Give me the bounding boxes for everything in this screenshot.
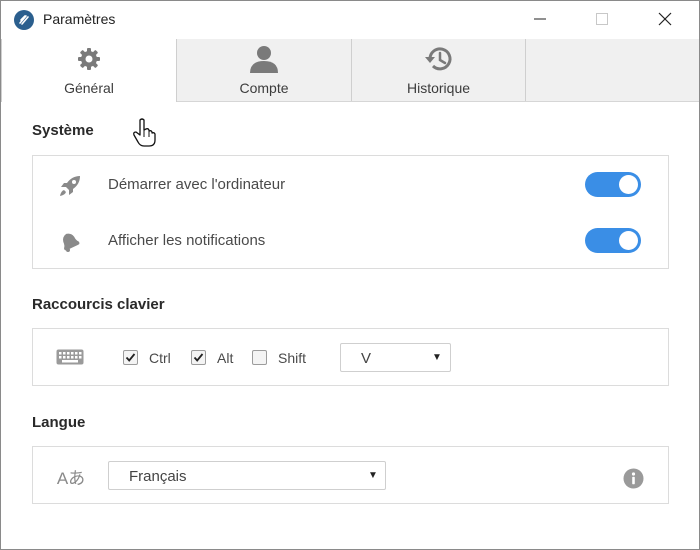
alt-label: Alt [217, 350, 234, 366]
section-title-raccourcis: Raccourcis clavier [32, 296, 165, 313]
close-icon [658, 12, 672, 26]
startup-label: Démarrer avec l'ordinateur [108, 176, 286, 193]
checkmark-icon [125, 353, 136, 362]
shift-label: Shift [278, 350, 307, 366]
language-value: Français [129, 468, 187, 485]
language-select[interactable]: Français ▼ [108, 461, 386, 490]
rocket-icon [57, 173, 83, 199]
section-title-langue: Langue [32, 414, 86, 431]
tab-historique[interactable]: Historique [352, 39, 526, 101]
close-button[interactable] [642, 1, 688, 37]
raccourcis-panel: Ctrl Alt Shift V ▼ [32, 328, 669, 386]
gear-icon [77, 44, 101, 74]
chevron-down-icon: ▼ [368, 470, 378, 481]
window-title: Paramètres [43, 11, 116, 27]
shortcut-key-value: V [361, 350, 372, 367]
info-icon[interactable] [622, 467, 644, 489]
title-bar: Paramètres [1, 1, 699, 39]
language-icon: Aあ [56, 468, 86, 488]
startup-toggle[interactable] [585, 172, 641, 197]
minimize-icon [534, 18, 546, 20]
bell-icon [57, 229, 83, 255]
alt-checkbox[interactable] [191, 350, 206, 365]
history-icon [424, 44, 454, 74]
notifications-label: Afficher les notifications [108, 232, 266, 249]
app-logo-icon [14, 10, 34, 30]
user-icon [249, 44, 279, 74]
systeme-panel: Démarrer avec l'ordinateur Afficher les … [32, 155, 669, 269]
minimize-button[interactable] [517, 1, 563, 37]
ctrl-label: Ctrl [149, 350, 171, 366]
notifications-toggle[interactable] [585, 228, 641, 253]
checkmark-icon [193, 353, 204, 362]
langue-panel: Aあ Français ▼ [32, 446, 669, 504]
hand-cursor-icon [132, 118, 158, 153]
tab-compte[interactable]: Compte [177, 39, 352, 101]
tab-historique-label: Historique [406, 80, 471, 96]
maximize-button[interactable] [579, 1, 625, 37]
toggle-knob [619, 231, 638, 250]
tab-compte-label: Compte [239, 80, 289, 96]
keyboard-icon [55, 347, 85, 367]
settings-window: Paramètres Général Compte Historique Sys… [0, 0, 700, 550]
section-title-systeme: Système [32, 122, 94, 139]
shortcut-key-select[interactable]: V ▼ [340, 343, 451, 372]
shift-checkbox[interactable] [252, 350, 267, 365]
tab-general[interactable]: Général [1, 39, 177, 102]
tab-bar: Général Compte Historique [1, 39, 699, 102]
ctrl-checkbox[interactable] [123, 350, 138, 365]
tab-general-label: Général [64, 80, 114, 96]
chevron-down-icon: ▼ [432, 352, 442, 363]
maximize-icon [596, 13, 608, 25]
toggle-knob [619, 175, 638, 194]
